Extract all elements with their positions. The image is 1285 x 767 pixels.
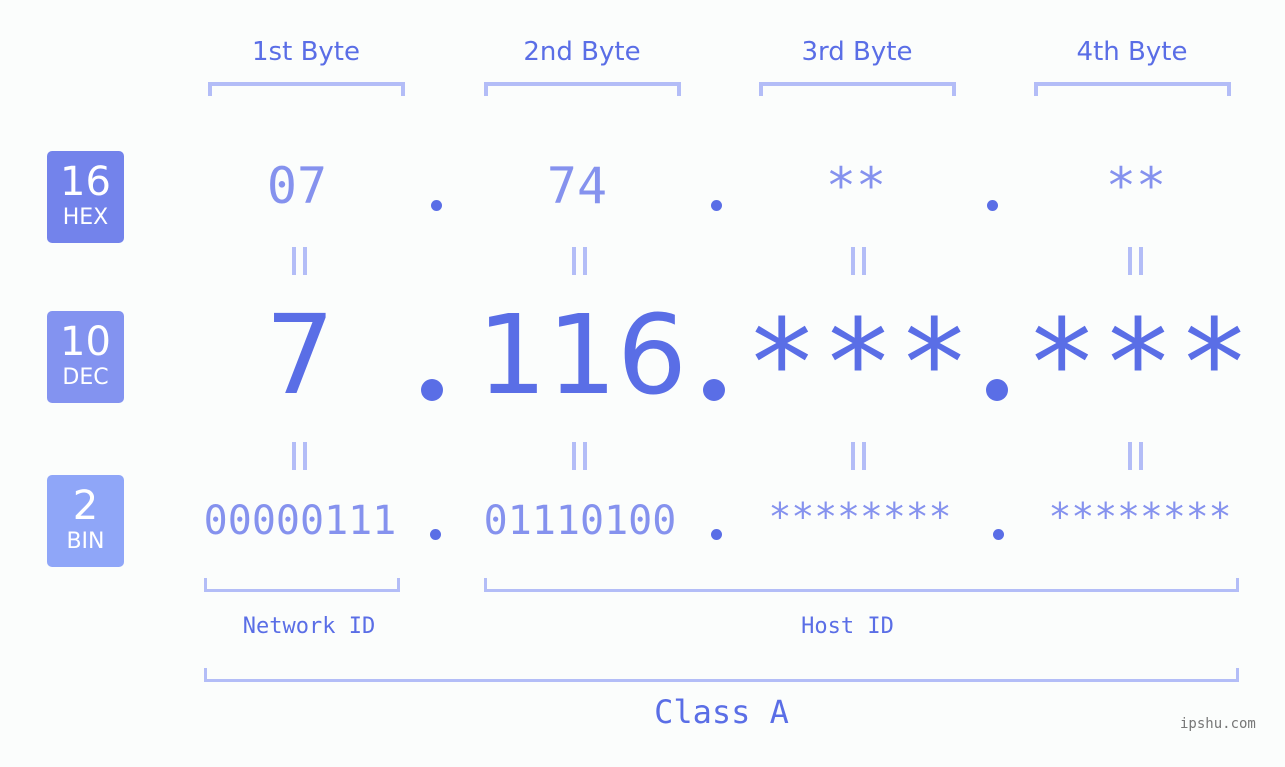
host-id-label: Host ID	[801, 614, 894, 639]
dec-dot-2	[703, 379, 725, 401]
hex-value-3: **	[825, 157, 887, 215]
hex-dot-2	[711, 200, 722, 211]
network-id-label: Network ID	[242, 614, 376, 639]
byte-bracket-2	[484, 82, 681, 96]
dec-dot-1	[421, 379, 443, 401]
bin-dot-1	[430, 529, 441, 540]
hex-value-1: 07	[266, 157, 328, 215]
byte-title-4: 4th Byte	[1076, 37, 1188, 67]
equals-icon	[292, 247, 308, 275]
bin-badge: 2 BIN	[47, 475, 124, 567]
host-id-bracket	[484, 578, 1239, 592]
dec-badge: 10 DEC	[47, 311, 124, 403]
byte-bracket-1	[208, 82, 405, 96]
dec-value-2: 116	[477, 291, 687, 419]
bin-value-2: 01110100	[483, 498, 677, 544]
dec-badge-base: 10	[60, 319, 111, 365]
byte-title-3: 3rd Byte	[801, 37, 913, 67]
watermark: ipshu.com	[1180, 716, 1256, 732]
dec-dot-3	[986, 379, 1008, 401]
hex-badge-label: HEX	[62, 205, 109, 230]
dec-value-3: ***	[745, 295, 975, 434]
bin-dot-2	[711, 529, 722, 540]
equals-icon	[1128, 442, 1144, 470]
bin-badge-base: 2	[72, 483, 99, 529]
bin-value-3: ********	[768, 495, 952, 539]
equals-icon	[572, 442, 588, 470]
bin-value-1: 00000111	[203, 498, 397, 544]
equals-icon	[851, 247, 867, 275]
hex-badge: 16 HEX	[47, 151, 124, 243]
byte-title-1: 1st Byte	[252, 37, 360, 67]
hex-value-2: 74	[546, 157, 608, 215]
bin-dot-3	[993, 529, 1004, 540]
equals-icon	[1128, 247, 1144, 275]
dec-value-4: ***	[1025, 295, 1255, 434]
bin-badge-label: BIN	[66, 529, 105, 554]
network-id-bracket	[204, 578, 400, 592]
dec-value-1: 7	[265, 291, 335, 419]
equals-icon	[292, 442, 308, 470]
hex-dot-1	[431, 200, 442, 211]
byte-title-2: 2nd Byte	[523, 37, 641, 67]
equals-icon	[851, 442, 867, 470]
equals-icon	[572, 247, 588, 275]
hex-value-4: **	[1105, 157, 1167, 215]
bin-value-4: ********	[1048, 495, 1232, 539]
class-label: Class A	[654, 693, 789, 731]
byte-bracket-3	[759, 82, 956, 96]
byte-bracket-4	[1034, 82, 1231, 96]
hex-dot-3	[987, 200, 998, 211]
hex-badge-base: 16	[60, 159, 111, 205]
dec-badge-label: DEC	[62, 365, 109, 390]
class-bracket	[204, 668, 1239, 682]
